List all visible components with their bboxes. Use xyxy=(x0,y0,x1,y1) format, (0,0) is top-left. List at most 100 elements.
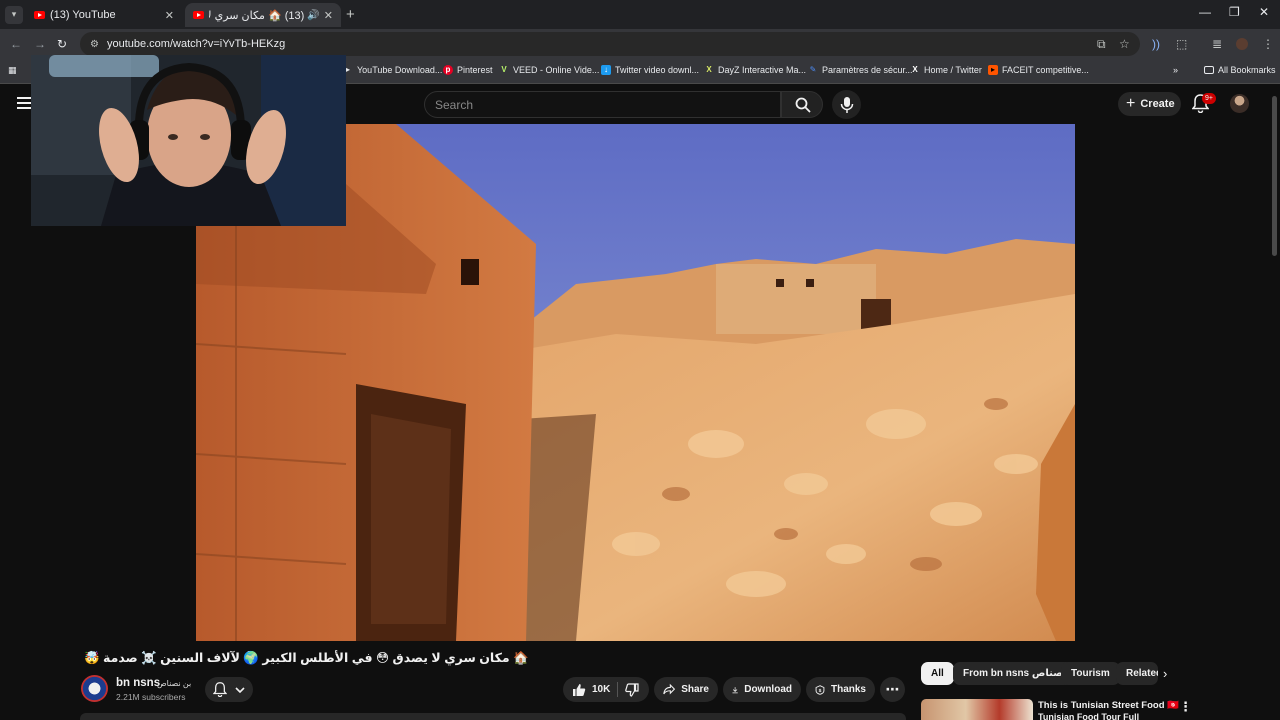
tab-youtube-home[interactable]: (13) YouTube ✕ xyxy=(26,3,182,27)
restore-icon[interactable]: ❐ xyxy=(1229,5,1240,19)
x-icon: X xyxy=(912,65,918,74)
back-icon[interactable]: ← xyxy=(10,37,22,51)
like-count: 10K xyxy=(592,684,611,695)
profile-avatar-icon[interactable] xyxy=(1236,38,1248,50)
like-button[interactable]: 10K xyxy=(572,683,610,697)
site-info-icon[interactable]: ⚙ xyxy=(90,39,99,50)
more-bookmarks-icon[interactable]: » xyxy=(1173,65,1178,75)
tab-title: (13) YouTube xyxy=(50,9,116,21)
channel-avatar[interactable] xyxy=(81,675,108,702)
create-button[interactable]: + Create xyxy=(1118,92,1181,116)
minimize-icon[interactable]: — xyxy=(1199,5,1211,19)
faceit-icon: ▸ xyxy=(988,65,998,75)
share-label: Share xyxy=(681,684,709,695)
url-text: youtube.com/watch?v=iYvTb-HEKzg xyxy=(106,38,286,50)
bookmark-item[interactable]: V VEED - Online Vide... xyxy=(499,65,599,75)
youtube-favicon-icon xyxy=(34,11,45,19)
thanks-button[interactable]: $ Thanks xyxy=(806,677,875,702)
more-horizontal-icon: ⋯ xyxy=(885,681,900,697)
download-icon xyxy=(732,686,738,693)
folder-icon xyxy=(1204,66,1214,74)
recommended-video-subtitle[interactable]: Tunisian Food Tour Full xyxy=(1038,712,1139,720)
close-tab-icon[interactable]: ✕ xyxy=(165,9,174,22)
channel-name[interactable]: bn nsns xyxy=(116,677,160,689)
extensions-icon[interactable]: ⬚ xyxy=(1176,37,1187,51)
bookmark-label: DayZ Interactive Ma... xyxy=(718,65,807,75)
like-divider xyxy=(617,682,618,697)
bookmark-label: YouTube Download... xyxy=(357,65,443,75)
voice-search-button[interactable] xyxy=(832,90,861,119)
bookmark-item[interactable]: p Pinterest xyxy=(443,65,493,75)
plus-icon: + xyxy=(1126,95,1136,112)
address-bar[interactable]: ⚙ youtube.com/watch?v=iYvTb-HEKzg xyxy=(80,32,1140,56)
description-box[interactable] xyxy=(80,713,906,720)
page-scrollbar-thumb[interactable] xyxy=(1272,96,1277,256)
chip-tourism[interactable]: Tourism xyxy=(1061,662,1120,685)
bookmark-label: Pinterest xyxy=(457,65,493,75)
bookmark-item[interactable]: X Home / Twitter xyxy=(910,65,982,75)
close-tab-icon[interactable]: ✕ xyxy=(324,9,333,22)
search-button[interactable] xyxy=(781,91,823,118)
bell-icon xyxy=(213,682,227,697)
tab-title: (13) 🏠 مكان سري لا يصدق 😳 xyxy=(209,9,305,22)
user-avatar[interactable] xyxy=(1230,94,1249,113)
chip-all[interactable]: All xyxy=(921,662,954,685)
channel-name-arabic[interactable]: بن نصناص xyxy=(157,679,191,688)
pinterest-icon: p xyxy=(443,65,453,75)
media-control-icon[interactable]: ≣ xyxy=(1212,37,1222,51)
download-button[interactable]: Download xyxy=(723,677,801,702)
create-label: Create xyxy=(1140,98,1175,110)
download-label: Download xyxy=(744,684,792,695)
tab-search-button[interactable]: ▾ xyxy=(5,5,23,24)
apps-grid-icon[interactable]: ▦ xyxy=(8,65,17,76)
audio-playing-icon[interactable]: 🔊 xyxy=(307,10,319,21)
bookmark-item[interactable]: ✎ Paramètres de sécur... xyxy=(808,65,913,75)
twitter-downloader-icon: ↓ xyxy=(601,65,611,75)
bookmark-star-icon[interactable]: ☆ xyxy=(1119,37,1130,51)
bookmark-item[interactable]: ▸ YouTube Download... xyxy=(343,65,442,75)
bookmark-item[interactable]: X DayZ Interactive Ma... xyxy=(704,65,806,75)
thanks-label: Thanks xyxy=(830,684,866,695)
all-bookmarks-folder[interactable]: All Bookmarks xyxy=(1204,65,1276,75)
all-bookmarks-label: All Bookmarks xyxy=(1218,65,1276,75)
bookmark-label: FACEIT competitive... xyxy=(1002,65,1089,75)
more-actions-button[interactable]: ⋯ xyxy=(880,677,905,702)
chrome-menu-icon[interactable]: ⋮ xyxy=(1262,37,1274,51)
dayz-icon: X xyxy=(706,65,712,74)
reload-icon[interactable]: ↻ xyxy=(57,37,67,51)
thumbs-down-icon[interactable] xyxy=(625,683,639,697)
bookmark-label: Home / Twitter xyxy=(924,65,982,75)
search-placeholder: Search xyxy=(435,98,474,112)
chevron-right-icon[interactable]: › xyxy=(1163,666,1167,681)
tab-video[interactable]: (13) 🏠 مكان سري لا يصدق 😳 🔊 ✕ xyxy=(185,3,341,27)
new-tab-button[interactable]: + xyxy=(346,6,355,23)
share-button[interactable]: Share xyxy=(654,677,718,702)
close-window-icon[interactable]: ✕ xyxy=(1259,5,1269,19)
search-input[interactable]: Search xyxy=(424,91,781,118)
recommended-video-thumbnail[interactable] xyxy=(921,699,1033,720)
bookmark-item[interactable]: ▸ FACEIT competitive... xyxy=(988,65,1089,75)
settings-icon: ✎ xyxy=(809,65,817,74)
chevron-down-icon xyxy=(235,686,245,693)
subscribed-notifications-button[interactable] xyxy=(205,677,253,702)
chip-related[interactable]: Related xyxy=(1116,662,1158,685)
read-aloud-icon[interactable]: )) xyxy=(1152,37,1160,51)
webcam-overlay xyxy=(31,55,346,226)
install-app-icon[interactable]: ⧉ xyxy=(1097,37,1106,52)
recommended-video-title[interactable]: This is Tunisian Street Food 🇹🇳 xyxy=(1038,700,1179,711)
menu-icon[interactable] xyxy=(17,97,31,109)
streamer-webcam-image xyxy=(31,55,346,226)
share-icon xyxy=(663,683,676,695)
bookmark-label: Twitter video downl... xyxy=(615,65,700,75)
super-thanks-icon: $ xyxy=(815,684,825,695)
browser-tab-strip: ▾ (13) YouTube ✕ (13) 🏠 مكان سري لا يصدق… xyxy=(0,0,1280,29)
search-icon xyxy=(795,97,811,113)
bookmark-item[interactable]: ↓ Twitter video downl... xyxy=(601,65,699,75)
bookmark-label: Paramètres de sécur... xyxy=(822,65,913,75)
thumbs-up-icon xyxy=(573,683,586,696)
forward-icon[interactable]: → xyxy=(34,37,46,51)
recommended-video-menu-icon[interactable]: ⋮ xyxy=(1179,699,1192,715)
subscriber-count: 2.21M subscribers xyxy=(116,692,186,702)
bookmark-label: VEED - Online Vide... xyxy=(513,65,600,75)
veed-icon: V xyxy=(501,65,507,74)
